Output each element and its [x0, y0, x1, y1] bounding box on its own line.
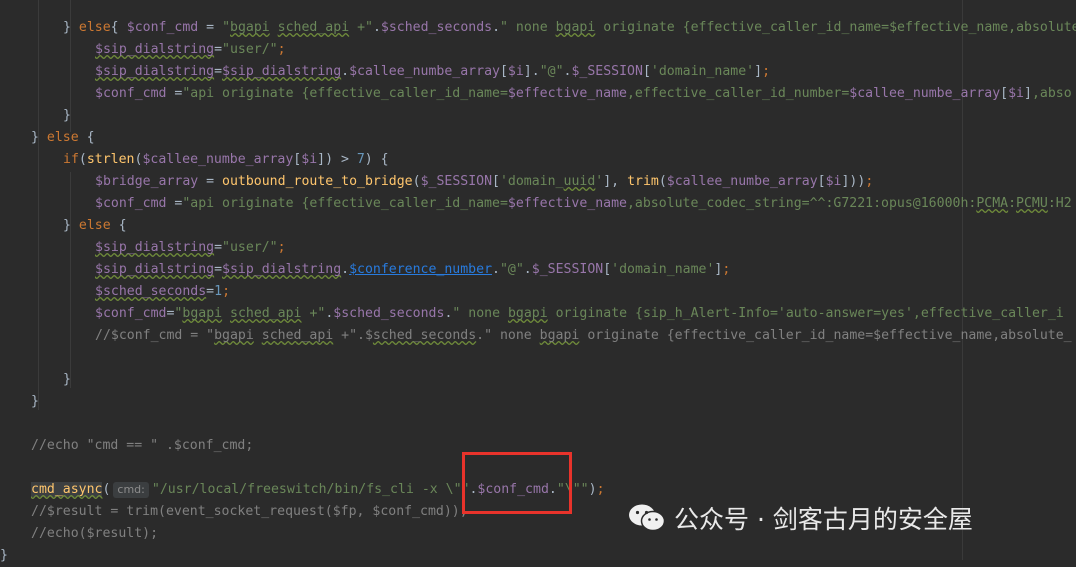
indent-guide — [38, 0, 39, 410]
code-line[interactable]: //$result = trim(event_socket_request($f… — [31, 501, 468, 523]
code-line[interactable]: } — [31, 391, 39, 413]
highlight-box — [462, 452, 572, 514]
code-line[interactable]: } else { — [31, 127, 95, 149]
code-line[interactable]: } — [0, 545, 8, 567]
code-line[interactable]: $sched_seconds=1; — [95, 281, 230, 303]
code-line[interactable]: $conf_cmd ="api originate {effective_cal… — [95, 193, 1072, 215]
code-line[interactable]: //echo "cmd == " .$conf_cmd; — [31, 435, 253, 457]
code-line[interactable]: //$conf_cmd = "bgapi sched_api +".$sched… — [95, 325, 1072, 347]
code-line[interactable]: $sip_dialstring=$sip_dialstring.$callee_… — [95, 61, 770, 83]
indent-guide — [70, 172, 71, 388]
code-editor[interactable]: $conf_cmd = "bgapi sched_api +".$sched_s… — [0, 0, 1076, 563]
param-hint-cmd: cmd: — [113, 482, 149, 498]
watermark-text: 公众号 · 剑客古月的安全屋 — [674, 505, 973, 534]
code-line[interactable]: } — [63, 369, 71, 391]
code-line[interactable]: $sip_dialstring="user/"; — [95, 39, 286, 61]
code-line[interactable]: } — [63, 105, 71, 127]
code-line[interactable]: $sip_dialstring="user/"; — [95, 237, 286, 259]
var-conference-number-link[interactable]: $conference_number — [349, 262, 492, 277]
code-line[interactable]: $conf_cmd="bgapi sched_api +".$sched_sec… — [95, 303, 1064, 325]
code-line[interactable]: if(strlen($callee_numbe_array[$i]) > 7) … — [63, 149, 389, 171]
wechat-icon — [629, 504, 666, 532]
code-line[interactable]: $sip_dialstring=$sip_dialstring.$confere… — [95, 259, 730, 281]
watermark: 公众号 · 剑客古月的安全屋 — [628, 498, 973, 538]
var-conf-cmd: $conf_cmd — [126, 20, 199, 35]
code-line[interactable]: //echo($result); — [31, 523, 158, 545]
code-line[interactable]: $conf_cmd ="api originate {effective_cal… — [95, 83, 1072, 105]
code-line[interactable]: } else { — [63, 215, 127, 237]
code-line[interactable]: $conf_cmd = "bgapi sched_api +".$sched_s… — [95, 0, 1076, 35]
code-line[interactable]: $bridge_array = outbound_route_to_bridge… — [95, 171, 873, 193]
code-line[interactable]: } else{ — [63, 17, 119, 39]
